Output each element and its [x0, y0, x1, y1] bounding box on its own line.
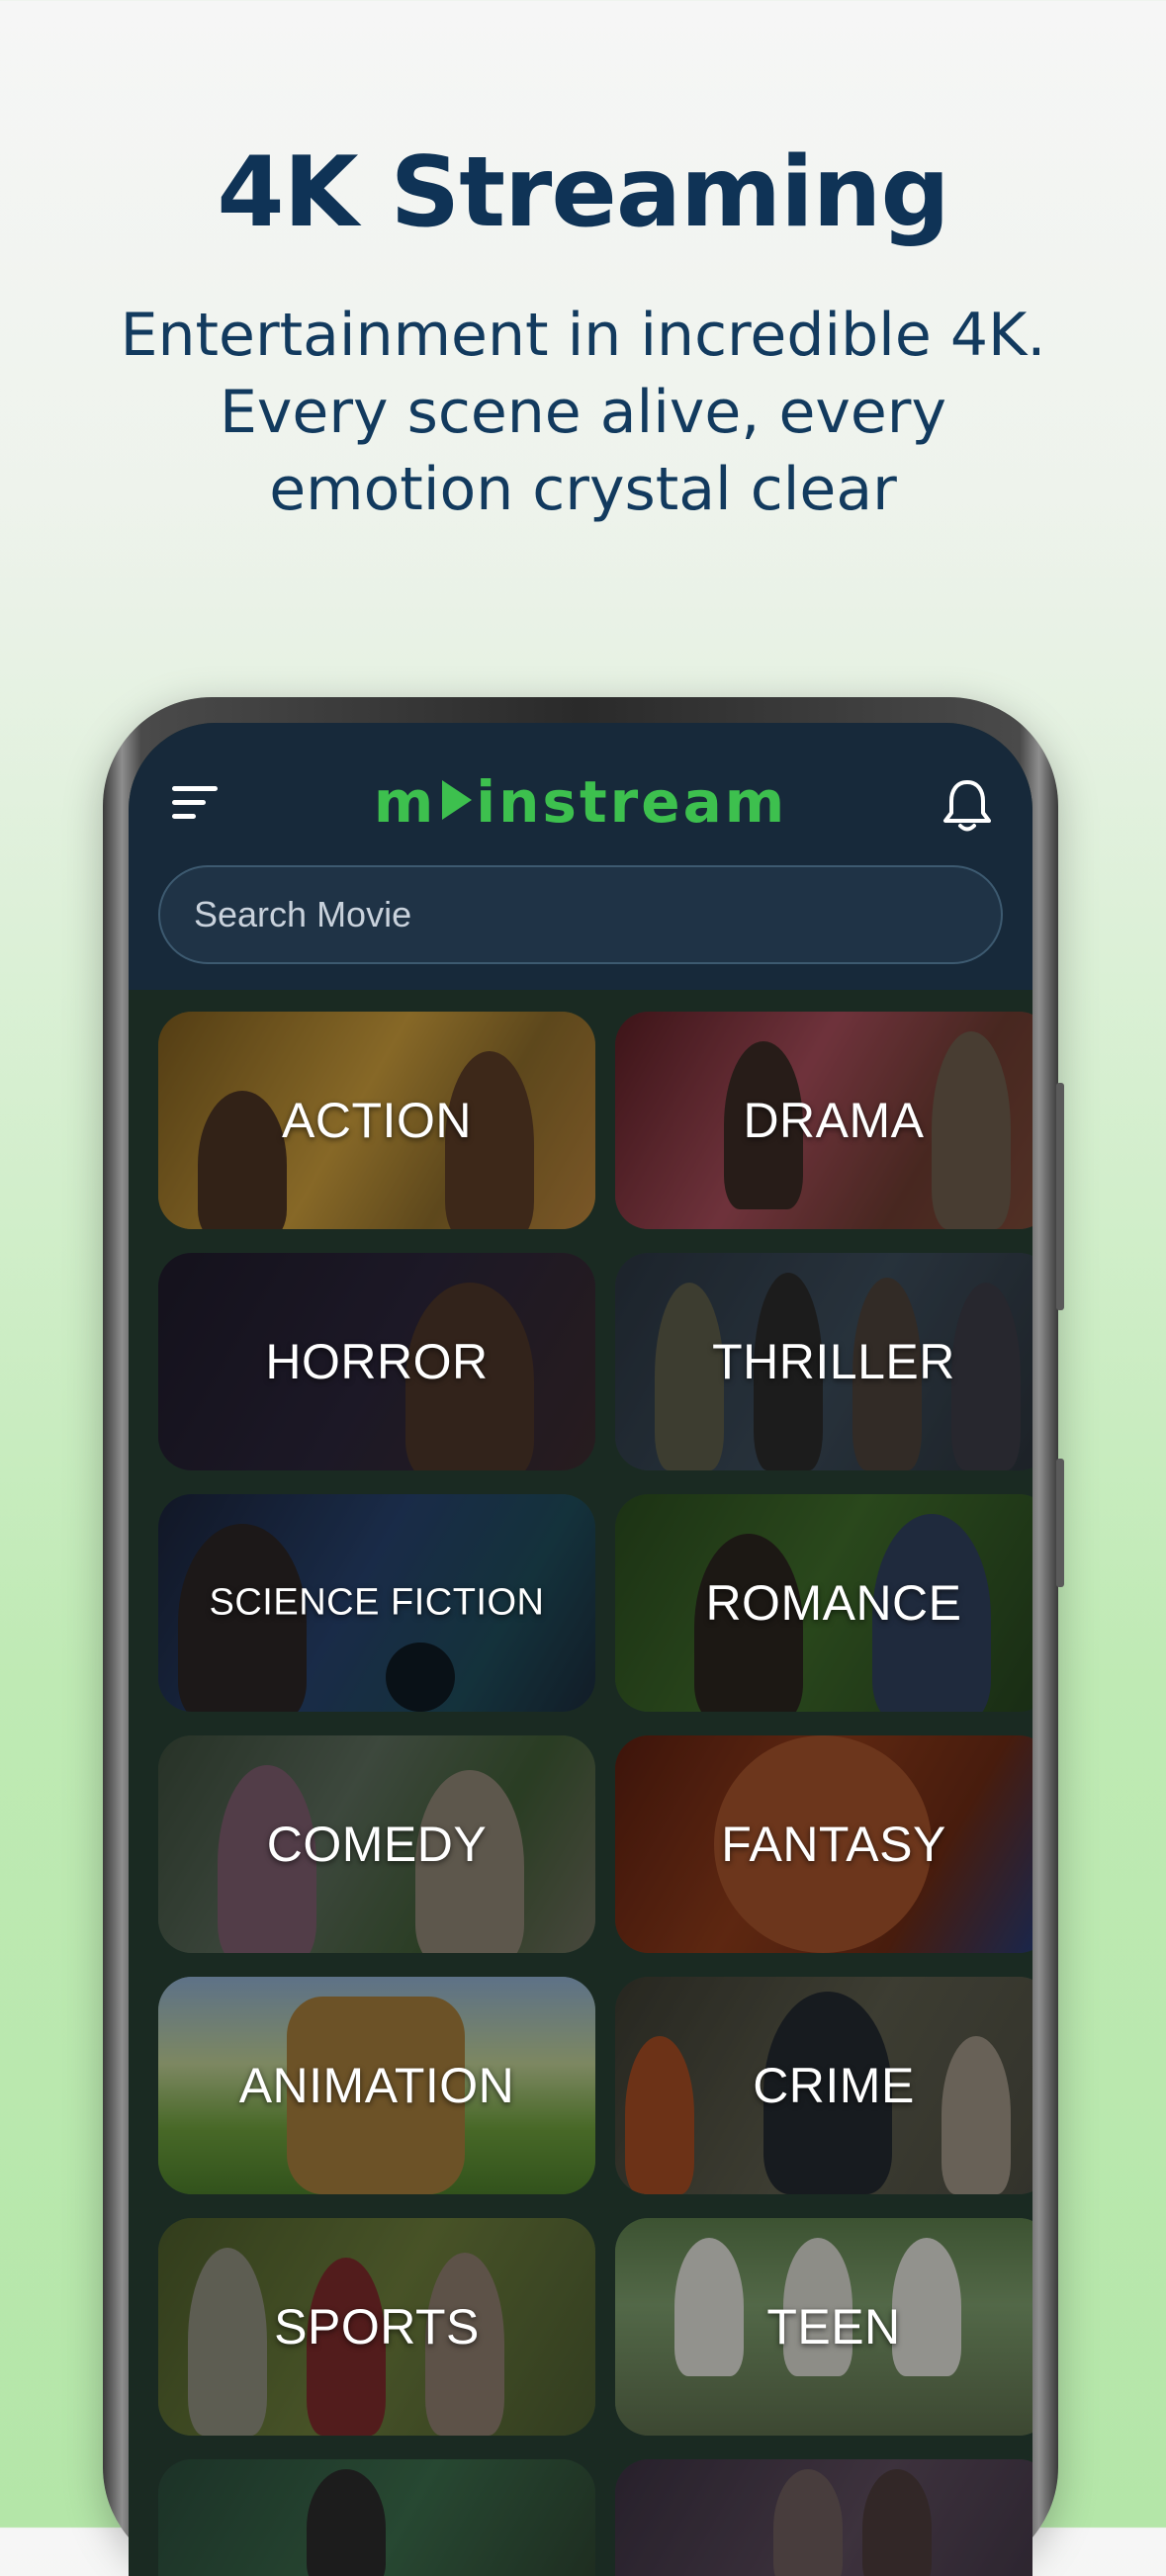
- app-logo: m instream: [129, 768, 1032, 836]
- genre-label: ANIMATION: [238, 2058, 515, 2113]
- genre-tile-science-fiction[interactable]: SCIENCE FICTION: [158, 1494, 595, 1712]
- logo-text-right: instream: [476, 768, 788, 836]
- genre-tile-animation[interactable]: ANIMATION: [158, 1977, 595, 2194]
- phone-side-button: [1056, 1459, 1064, 1587]
- genre-tile-romance[interactable]: ROMANCE: [615, 1494, 1032, 1712]
- genre-label: CRIME: [753, 2058, 915, 2113]
- genre-tile-action[interactable]: ACTION: [158, 1012, 595, 1229]
- genre-tile-partial[interactable]: [158, 2459, 595, 2576]
- genre-label: SCIENCE FICTION: [209, 1581, 545, 1624]
- genre-label: DRAMA: [743, 1093, 925, 1148]
- subheadline: Entertainment in incredible 4K. Every sc…: [120, 301, 1046, 524]
- genre-label: THRILLER: [712, 1334, 955, 1389]
- genre-tile-comedy[interactable]: COMEDY: [158, 1735, 595, 1953]
- search-input[interactable]: [158, 865, 1003, 964]
- genre-tile-partial[interactable]: [615, 2459, 1032, 2576]
- genre-label: TEEN: [766, 2299, 901, 2354]
- genre-tile-drama[interactable]: DRAMA: [615, 1012, 1032, 1229]
- headline: 4K Streaming: [217, 136, 949, 249]
- genre-tile-thriller[interactable]: THRILLER: [615, 1253, 1032, 1470]
- phone-frame: m instream ACTION DRAMA: [103, 697, 1064, 2576]
- genre-label: HORROR: [265, 1334, 489, 1389]
- genre-label: ROMANCE: [705, 1575, 962, 1631]
- genre-label: COMEDY: [266, 1817, 488, 1872]
- genre-tile-sports[interactable]: SPORTS: [158, 2218, 595, 2436]
- genre-label: SPORTS: [274, 2299, 480, 2354]
- bell-icon[interactable]: [942, 776, 993, 834]
- genre-tile-teen[interactable]: TEEN: [615, 2218, 1032, 2436]
- genre-label: FANTASY: [721, 1817, 946, 1872]
- logo-text-left: m: [373, 768, 437, 836]
- genre-tile-horror[interactable]: HORROR: [158, 1253, 595, 1470]
- app-bar: m instream: [129, 723, 1032, 990]
- genre-tile-fantasy[interactable]: FANTASY: [615, 1735, 1032, 1953]
- genre-tile-crime[interactable]: CRIME: [615, 1977, 1032, 2194]
- app-screen: m instream ACTION DRAMA: [129, 723, 1032, 2576]
- phone-side-button: [1056, 1083, 1064, 1310]
- genre-label: ACTION: [282, 1093, 472, 1148]
- logo-play-icon: [442, 780, 473, 820]
